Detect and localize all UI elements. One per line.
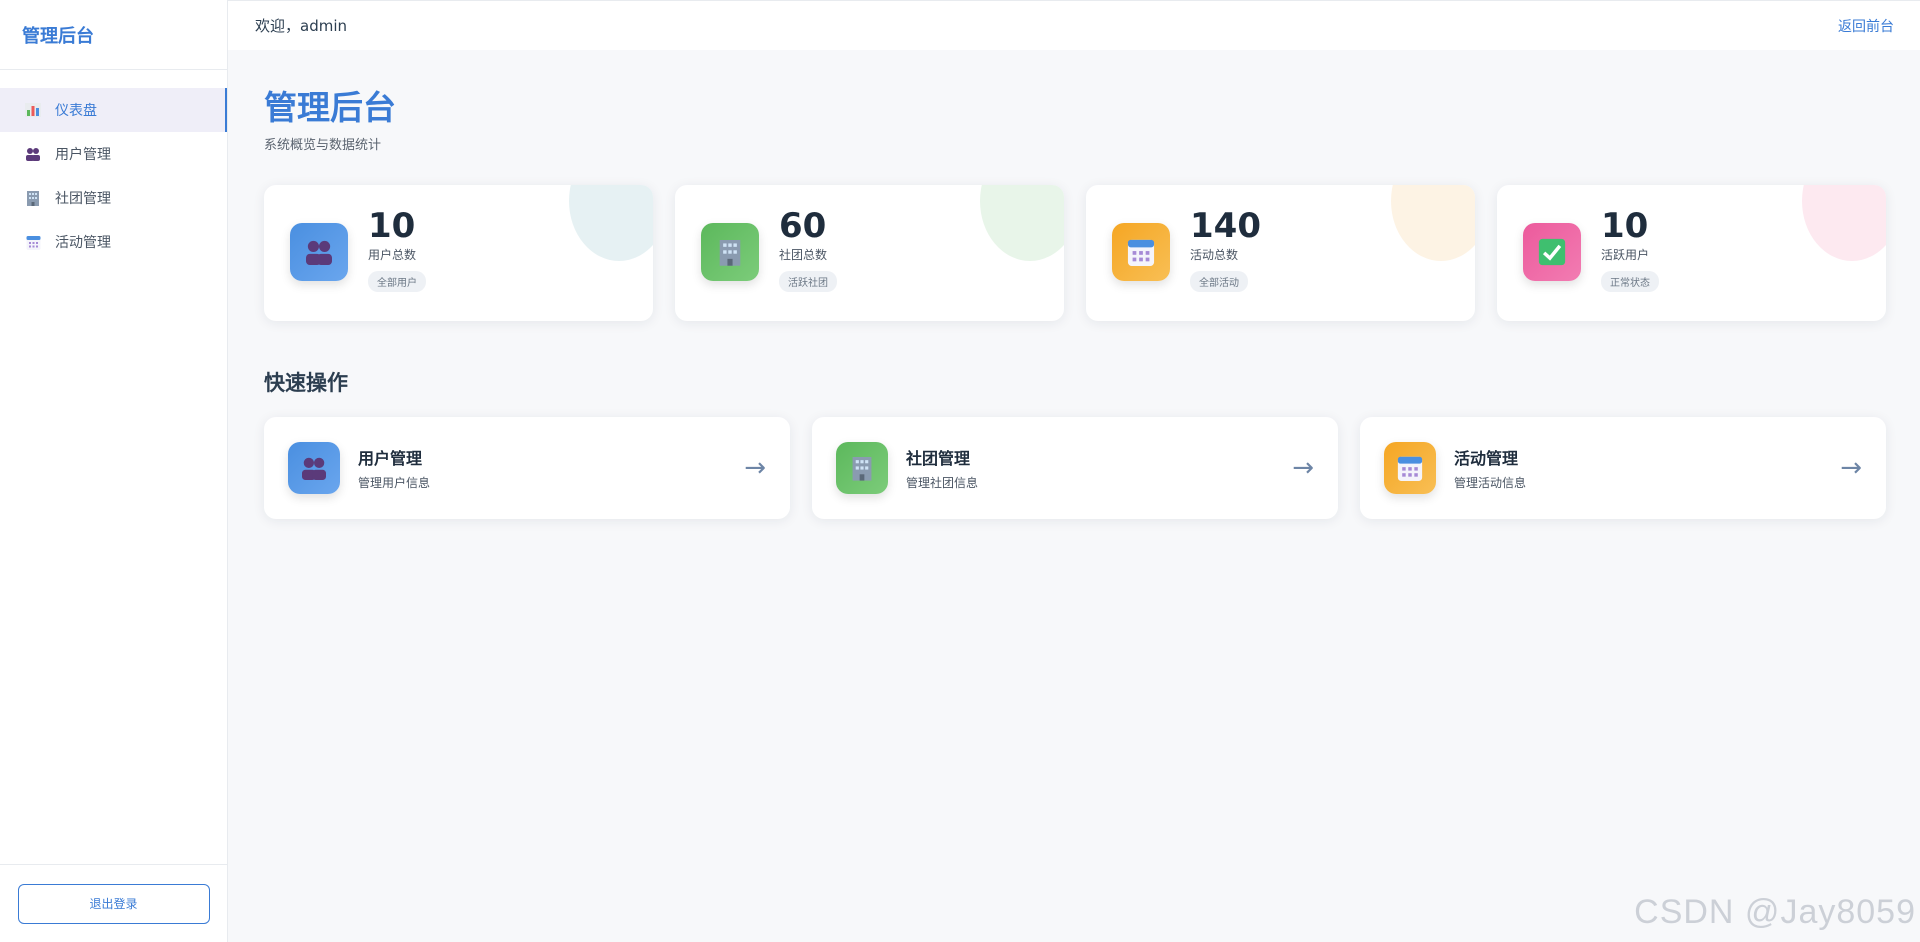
quick-action-users[interactable]: 用户管理 管理用户信息 → — [264, 416, 790, 519]
calendar-icon — [1384, 441, 1436, 494]
decorative-blob — [980, 184, 1064, 261]
action-description: 管理活动信息 — [1454, 475, 1527, 490]
users-icon — [290, 222, 348, 281]
action-description: 管理社团信息 — [906, 475, 979, 490]
action-text: 用户管理 管理用户信息 — [358, 445, 744, 491]
calendar-icon — [24, 233, 42, 251]
stat-body: 140 活动总数 全部活动 — [1190, 205, 1261, 293]
stat-body: 60 社团总数 活跃社团 — [779, 205, 837, 293]
stat-badge: 全部用户 — [368, 271, 426, 293]
stat-badge: 正常状态 — [1601, 271, 1659, 293]
building-icon — [701, 222, 759, 281]
decorative-blob — [569, 184, 653, 261]
sidebar-item-label: 活动管理 — [55, 235, 111, 251]
sidebar-nav: 仪表盘 用户管理 社团管理 活动管理 — [0, 88, 227, 264]
sidebar-item-label: 仪表盘 — [55, 103, 97, 119]
sidebar-item-dashboard[interactable]: 仪表盘 — [0, 88, 227, 132]
sidebar-item-label: 用户管理 — [55, 147, 111, 163]
page-title: 管理后台 — [264, 88, 396, 127]
stat-badge: 活跃社团 — [779, 271, 837, 293]
arrow-right-icon: → — [1840, 452, 1862, 483]
quick-actions-title: 快速操作 — [264, 370, 348, 395]
stat-label: 用户总数 — [368, 248, 417, 263]
page-subtitle: 系统概览与数据统计 — [264, 137, 382, 153]
sidebar-item-users[interactable]: 用户管理 — [0, 132, 227, 176]
topbar: 欢迎，admin 返回前台 — [228, 0, 1920, 50]
arrow-right-icon: → — [1292, 452, 1314, 483]
quick-action-clubs[interactable]: 社团管理 管理社团信息 → — [812, 416, 1338, 519]
welcome-text: 欢迎，admin — [255, 17, 347, 35]
back-to-frontend-link[interactable]: 返回前台 — [1838, 16, 1894, 36]
stat-label: 活跃用户 — [1601, 248, 1650, 263]
main-content: 管理后台 系统概览与数据统计 10 用户总数 全部用户 60 社团总数 活跃社团 — [264, 50, 1886, 519]
action-text: 社团管理 管理社团信息 — [906, 445, 1292, 491]
stat-card-active-users: 10 活跃用户 正常状态 — [1497, 184, 1886, 321]
action-text: 活动管理 管理活动信息 — [1454, 445, 1840, 491]
users-icon — [24, 145, 42, 163]
building-icon — [836, 441, 888, 494]
brand-title: 管理后台 — [0, 0, 227, 70]
stat-body: 10 活跃用户 正常状态 — [1601, 205, 1659, 293]
quick-action-activities[interactable]: 活动管理 管理活动信息 → — [1360, 416, 1886, 519]
action-description: 管理用户信息 — [358, 475, 431, 490]
stat-card-clubs: 60 社团总数 活跃社团 — [675, 184, 1064, 321]
action-title: 用户管理 — [358, 448, 423, 468]
sidebar: 管理后台 仪表盘 用户管理 社团管理 活动管理 退出登录 — [0, 0, 228, 942]
stat-value: 10 — [1601, 205, 1649, 246]
building-icon — [24, 189, 42, 207]
stat-value: 60 — [779, 205, 827, 246]
stat-card-users: 10 用户总数 全部用户 — [264, 184, 653, 321]
watermark: CSDN @Jay8059 — [1634, 893, 1916, 931]
stat-value: 10 — [368, 205, 416, 246]
decorative-blob — [1391, 184, 1475, 261]
calendar-icon — [1112, 222, 1170, 281]
quick-actions-row: 用户管理 管理用户信息 → 社团管理 管理社团信息 → 活动管理 管理活动信息 … — [264, 416, 1886, 519]
stat-card-activities: 140 活动总数 全部活动 — [1086, 184, 1475, 321]
bar-chart-icon — [24, 101, 42, 119]
stat-value: 140 — [1190, 205, 1261, 246]
users-icon — [288, 441, 340, 494]
sidebar-footer: 退出登录 — [0, 864, 227, 942]
stat-label: 活动总数 — [1190, 248, 1239, 263]
check-icon — [1523, 222, 1581, 281]
stat-badge: 全部活动 — [1190, 271, 1248, 293]
action-title: 社团管理 — [906, 448, 971, 468]
decorative-blob — [1802, 184, 1886, 261]
action-title: 活动管理 — [1454, 448, 1519, 468]
sidebar-item-activities[interactable]: 活动管理 — [0, 220, 227, 264]
arrow-right-icon: → — [744, 452, 766, 483]
sidebar-item-clubs[interactable]: 社团管理 — [0, 176, 227, 220]
stat-label: 社团总数 — [779, 248, 828, 263]
stat-body: 10 用户总数 全部用户 — [368, 205, 426, 293]
stats-row: 10 用户总数 全部用户 60 社团总数 活跃社团 140 活动总数 全部活动 … — [264, 184, 1886, 321]
logout-button[interactable]: 退出登录 — [17, 883, 210, 924]
sidebar-item-label: 社团管理 — [55, 191, 111, 207]
